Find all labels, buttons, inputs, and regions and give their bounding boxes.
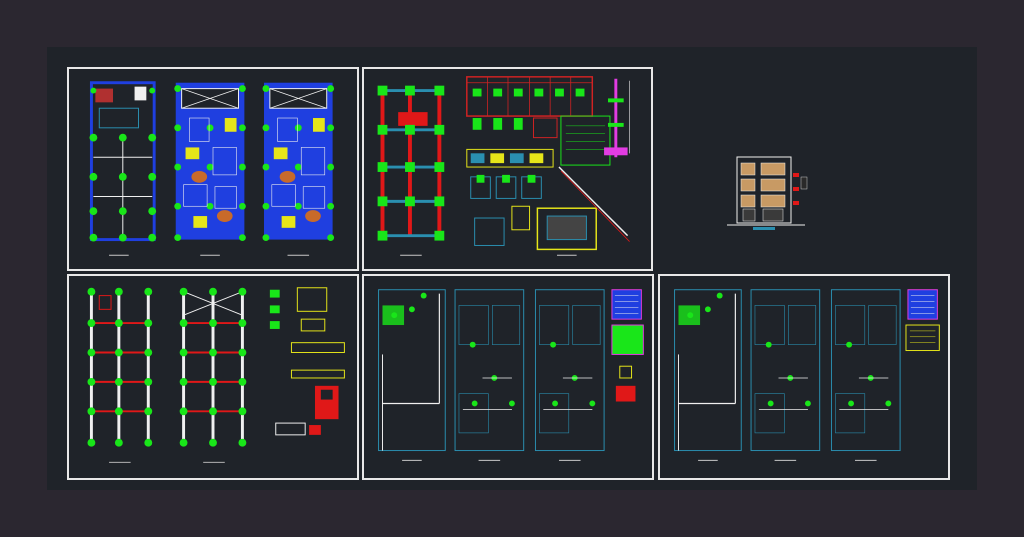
sheet-architecture[interactable] [67, 67, 359, 271]
sanitary-plan-2b [750, 289, 821, 461]
sheet-framing[interactable] [67, 274, 359, 480]
building-elevation[interactable] [717, 147, 813, 233]
column-schedule-table [466, 76, 611, 166]
wall-section-detail [604, 78, 630, 158]
plan-ground-floor [89, 81, 157, 256]
structure-drawing [377, 76, 630, 256]
sheet-structure[interactable] [362, 67, 653, 271]
sanitary-plan-1c [534, 289, 605, 461]
framing-plan-a [87, 287, 153, 463]
sanitary-legend-2 [905, 289, 940, 352]
sheet-sanitary-1[interactable] [362, 274, 654, 480]
elevation-drawing [727, 156, 808, 230]
sanitary-drawing-1 [378, 289, 644, 461]
sanitary-drawing-2 [674, 289, 940, 461]
plan-typical-floor-b [262, 82, 335, 256]
framing-details [269, 287, 345, 436]
framing-drawing [87, 287, 345, 463]
architecture-plans-drawing [89, 81, 335, 256]
sanitary-plan-1b [454, 289, 525, 461]
sanitary-legend-1 [611, 289, 644, 402]
framing-plan-b [179, 287, 247, 463]
sanitary-plan-2a [674, 289, 742, 461]
sheet-sanitary-2[interactable] [658, 274, 950, 480]
cad-model-space[interactable] [47, 47, 977, 490]
sanitary-plan-1a [378, 289, 446, 461]
plan-typical-floor-a [174, 82, 246, 256]
sanitary-plan-2c [830, 289, 901, 461]
beam-sections-row [466, 148, 554, 168]
foundation-plan [377, 85, 445, 256]
foundation-details [470, 174, 597, 256]
